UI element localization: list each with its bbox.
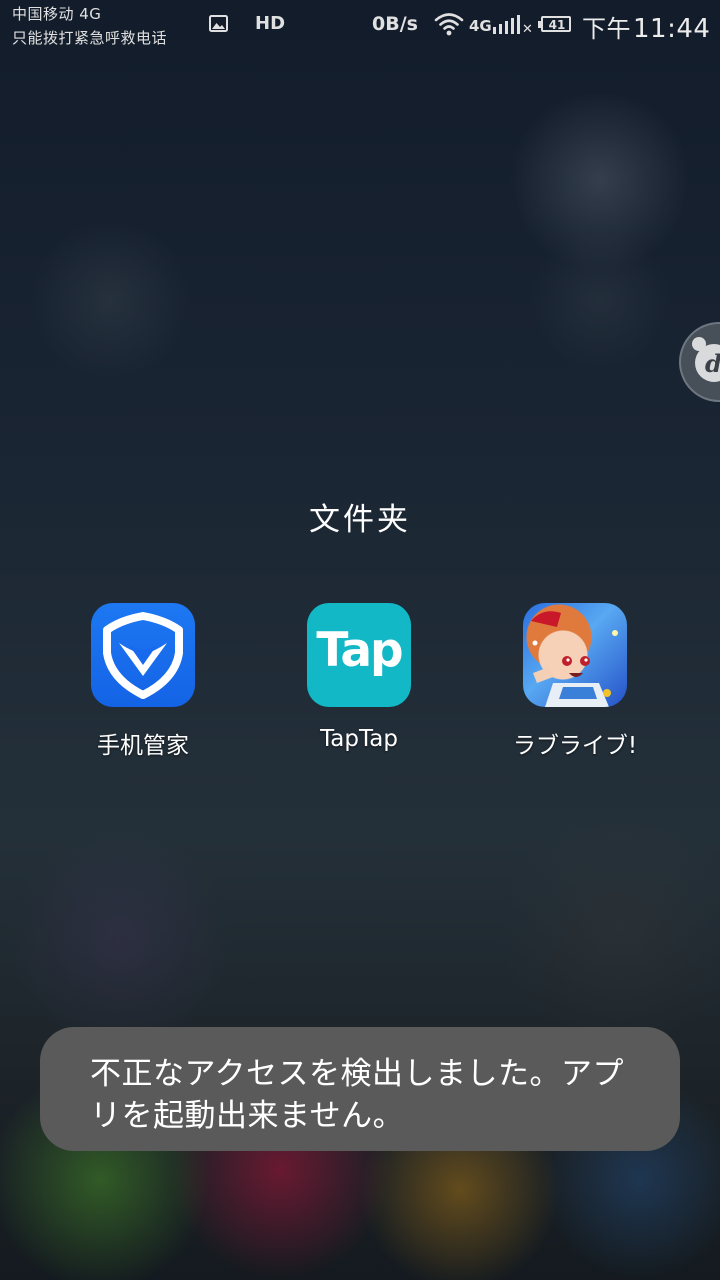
app-lovelive[interactable]: ラブライブ! [475,603,675,760]
app-label: TapTap [320,726,398,752]
app-label: 手机管家 [97,733,189,759]
app-taptap[interactable]: Tap TapTap [259,603,459,752]
status-clock: 下午11:44 [582,9,710,44]
clock-time: 11:44 [633,14,711,44]
folder-title[interactable]: 文件夹 [0,494,720,539]
no-signal-icon: ✕ [522,22,533,37]
character-art-icon [531,611,618,707]
toast-message: 不正なアクセスを検出しました。アプリを起動出来ません。 [40,1027,680,1151]
network-type-label: 4G [469,17,492,35]
status-bar: 中国移动 4G 只能拨打紧急呼救电话 HD 0B/s 4G ✕ 41 下午11:… [0,0,720,52]
gallery-icon [209,15,228,32]
bear-face-icon: d [692,337,720,382]
lovelive-icon[interactable] [523,603,627,707]
taptap-icon[interactable]: Tap [307,603,411,707]
taptap-icon-text: Tap [316,623,403,678]
emergency-calls-only-text: 只能拨打紧急呼救电话 [12,29,168,47]
wifi-icon [434,13,464,36]
guanjia-shield-icon[interactable] [91,603,195,707]
floating-assistant-button[interactable]: d [679,322,720,402]
app-tencent-guanjia[interactable]: 手机管家 [43,603,243,760]
home-screen: 中国移动 4G 只能拨打紧急呼救电话 HD 0B/s 4G ✕ 41 下午11:… [0,0,720,1280]
floating-ball-letter: d [705,349,720,378]
app-label: ラブライブ! [512,733,638,759]
network-speed: 0B/s [372,13,418,35]
toast-text: 不正なアクセスを検出しました。アプリを起動出来ません。 [90,1056,624,1134]
carrier-name: 中国移动 4G [12,5,102,23]
battery-icon: 41 [538,15,574,35]
hd-voice-label: HD [255,13,286,34]
clock-period: 下午 [582,15,631,43]
shield-icon [103,612,183,699]
battery-level: 41 [548,18,566,32]
signal-icon [493,15,520,34]
